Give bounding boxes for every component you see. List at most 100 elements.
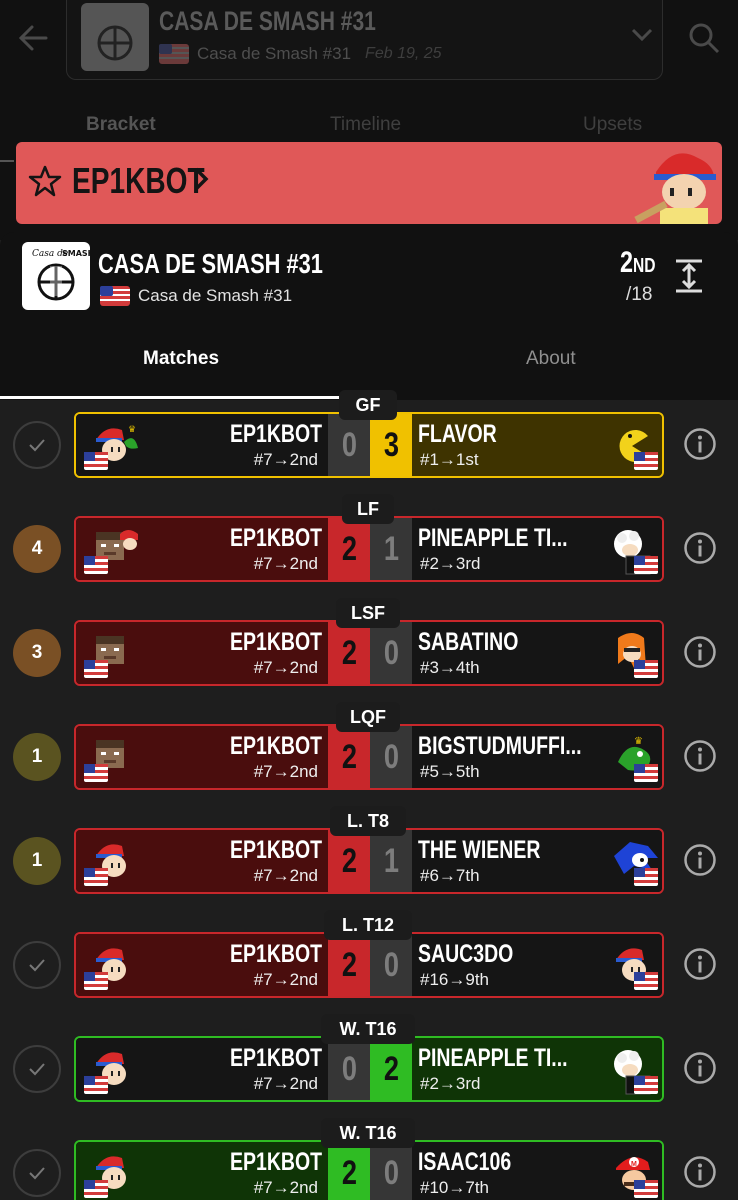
player1-score-value: 2 (341, 1153, 357, 1192)
round-label: L. T8 (330, 806, 406, 836)
match-row[interactable]: ♛ EP1KBOT #7→2nd 0 3 FLAVOR #1→1st GF (0, 390, 738, 504)
match-row[interactable]: EP1KBOT #7→2nd 0 2 PINEAPPLE TI... #2→3rd W. T… (0, 1014, 738, 1128)
player2-seed: #2→3rd (420, 554, 481, 573)
player1-side: EP1KBOT #7→2nd (76, 1142, 328, 1200)
info-icon[interactable] (683, 1051, 717, 1085)
player1-score: 2 (328, 1142, 370, 1200)
match-row[interactable]: EP1KBOT #7→2nd 2 0 SAUC3DO #16→9th L. T12 (0, 910, 738, 1024)
tournament-sheet: Casa de SMASH CASA DE SMASH #31 Casa de … (0, 232, 738, 400)
player1-side: EP1KBOT #7→2nd (76, 934, 328, 996)
player1-side: EP1KBOT #7→2nd (76, 1038, 328, 1100)
player1-score: 0 (328, 1038, 370, 1100)
match-row[interactable]: 1 EP1KBOT #7→2nd 2 0 BIGSTUDMUFFI... #5→5th ♛ LQ… (0, 702, 738, 816)
check-icon (13, 421, 61, 469)
player1-name: EP1KBOT (229, 1148, 322, 1176)
player1-score: 2 (328, 830, 370, 892)
player-banner[interactable]: EP1KBOT (16, 142, 722, 224)
player1-score: 2 (328, 622, 370, 684)
star-icon[interactable] (28, 164, 62, 198)
player2-side: FLAVOR #1→1st (412, 414, 662, 476)
expand-icon[interactable] (672, 258, 706, 294)
event-logo (81, 3, 149, 71)
player2-avatar (604, 628, 658, 680)
info-icon[interactable] (683, 739, 717, 773)
match-row[interactable]: 1 EP1KBOT #7→2nd 2 1 THE WIENER #6→7th L. T8 (0, 806, 738, 920)
match-row[interactable]: 4 EP1KBOT #7→2nd 2 1 PINEAPPLE TI... #2→3rd LF (0, 494, 738, 608)
player2-name: PINEAPPLE TI... (418, 524, 568, 552)
player2-side: THE WIENER #6→7th (412, 830, 662, 892)
player1-avatar (84, 732, 138, 784)
player2-score-value: 1 (383, 841, 399, 880)
set-count-badge: 3 (13, 629, 61, 677)
player2-side: ISAAC106 #10→7th M (412, 1142, 662, 1200)
match-list: ♛ EP1KBOT #7→2nd 0 3 FLAVOR #1→1st GF 4 EP1KBOT #7… (0, 390, 738, 1200)
tab-upsets[interactable]: Upsets (583, 114, 642, 136)
player2-score-value: 2 (383, 1049, 399, 1088)
event-selector[interactable]: CASA DE SMASH #31 Casa de Smash #31 Feb … (66, 0, 663, 80)
player1-seed: #7→2nd (253, 866, 318, 885)
player1-score: 2 (328, 934, 370, 996)
player2-avatar: ♛ (604, 732, 658, 784)
match-row[interactable]: EP1KBOT #7→2nd 2 0 ISAAC106 #10→7th M W. T16 (0, 1118, 738, 1200)
player1-seed: #7→2nd (253, 970, 318, 989)
match-card[interactable]: EP1KBOT #7→2nd 2 0 SABATINO #3→4th (74, 620, 664, 686)
info-icon[interactable] (683, 531, 717, 565)
check-icon (13, 941, 61, 989)
player1-avatar (84, 836, 138, 888)
match-card[interactable]: ♛ EP1KBOT #7→2nd 0 3 FLAVOR #1→1st (74, 412, 664, 478)
svg-text:SMASH: SMASH (62, 249, 90, 258)
sheet-title: CASA DE SMASH #31 (98, 248, 323, 279)
player2-seed: #5→5th (420, 762, 480, 781)
tab-underline (0, 160, 14, 162)
player2-score: 0 (370, 726, 412, 788)
match-card[interactable]: EP1KBOT #7→2nd 2 0 BIGSTUDMUFFI... #5→5th ♛ (74, 724, 664, 790)
tab-bracket[interactable]: Bracket (86, 114, 156, 136)
player1-name: EP1KBOT (229, 1044, 322, 1072)
player1-name: EP1KBOT (229, 524, 322, 552)
match-card[interactable]: EP1KBOT #7→2nd 0 2 PINEAPPLE TI... #2→3rd (74, 1036, 664, 1102)
player1-seed: #7→2nd (253, 762, 318, 781)
player2-score: 0 (370, 934, 412, 996)
match-row[interactable]: 3 EP1KBOT #7→2nd 2 0 SABATINO #3→4th LSF (0, 598, 738, 712)
info-icon[interactable] (683, 635, 717, 669)
player2-score: 1 (370, 518, 412, 580)
tab-timeline[interactable]: Timeline (330, 114, 401, 136)
info-icon[interactable] (683, 947, 717, 981)
back-arrow-icon[interactable] (16, 18, 52, 58)
player2-seed: #10→7th (420, 1178, 489, 1197)
tab-about[interactable]: About (526, 348, 576, 370)
round-label: LQF (336, 702, 400, 732)
player1-side: EP1KBOT #7→2nd (76, 518, 328, 580)
player1-avatar (84, 1148, 138, 1200)
info-icon[interactable] (683, 1155, 717, 1189)
player2-side: SAUC3DO #16→9th (412, 934, 662, 996)
tab-matches[interactable]: Matches (143, 348, 219, 370)
info-icon[interactable] (683, 427, 717, 461)
player2-score: 0 (370, 622, 412, 684)
player1-avatar (84, 628, 138, 680)
sheet-subtitle-text: Casa de Smash #31 (138, 286, 293, 305)
search-icon[interactable] (688, 22, 720, 54)
player2-avatar (604, 524, 658, 576)
player2-name: BIGSTUDMUFFI... (418, 732, 582, 760)
match-card[interactable]: EP1KBOT #7→2nd 2 1 THE WIENER #6→7th (74, 828, 664, 894)
player1-seed: #7→2nd (253, 1074, 318, 1093)
match-card[interactable]: EP1KBOT #7→2nd 2 0 SAUC3DO #16→9th (74, 932, 664, 998)
svg-text:M: M (631, 1161, 637, 1168)
svg-text:♛: ♛ (634, 736, 643, 747)
match-card[interactable]: EP1KBOT #7→2nd 2 0 ISAAC106 #10→7th M (74, 1140, 664, 1200)
player1-name: EP1KBOT (229, 420, 322, 448)
player1-score: 0 (328, 414, 370, 476)
svg-text:♛: ♛ (128, 424, 136, 434)
player2-score: 1 (370, 830, 412, 892)
player1-side: ♛ EP1KBOT #7→2nd (76, 414, 328, 476)
chevron-down-icon[interactable] (630, 26, 654, 49)
player1-side: EP1KBOT #7→2nd (76, 622, 328, 684)
player2-name: SABATINO (418, 628, 519, 656)
player1-score-value: 2 (341, 945, 357, 984)
match-card[interactable]: EP1KBOT #7→2nd 2 1 PINEAPPLE TI... #2→3rd (74, 516, 664, 582)
info-icon[interactable] (683, 843, 717, 877)
player2-avatar (604, 420, 658, 472)
round-label: GF (339, 390, 397, 420)
event-date: Feb 19, 25 (365, 45, 442, 62)
